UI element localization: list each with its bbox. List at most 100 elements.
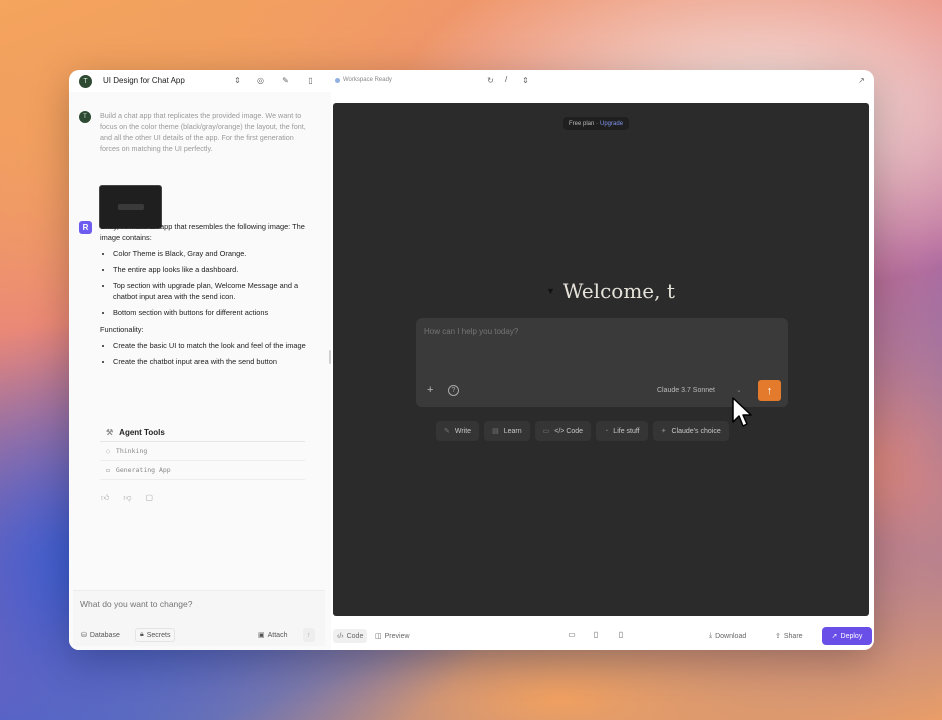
- list-item: The entire app looks like a dashboard.: [113, 264, 310, 275]
- deploy-button[interactable]: ➚ Deploy: [822, 627, 872, 645]
- deploy-label: Deploy: [840, 632, 863, 640]
- help-icon[interactable]: ?: [448, 385, 459, 396]
- feedback-row: 👍︎ 👎︎ ▢: [101, 493, 153, 503]
- globe-icon[interactable]: ◎: [255, 75, 266, 86]
- agent-tools-header[interactable]: ⚒ Agent Tools: [100, 423, 305, 442]
- lock-icon: 🔒︎: [140, 631, 144, 638]
- action-label: Life stuff: [613, 427, 640, 435]
- assistant-avatar: R: [79, 221, 92, 234]
- model-selector[interactable]: Claude 3.7 Sonnet: [657, 387, 715, 394]
- life-stuff-button[interactable]: ◔ Life stuff: [596, 421, 648, 441]
- chat-input-box: + ? Claude 3.7 Sonnet ⌄ ↑: [416, 318, 788, 407]
- tool-row-thinking[interactable]: ◌ Thinking: [100, 442, 305, 461]
- thumbs-down-icon[interactable]: 👎︎: [123, 493, 131, 503]
- claudes-choice-button[interactable]: ✦ Claude's choice: [652, 421, 729, 441]
- share-button[interactable]: ⇪ Share: [771, 629, 807, 643]
- send-button[interactable]: ↑: [758, 380, 781, 401]
- plan-badge: Free plan · Upgrade: [563, 117, 630, 130]
- list-item: Bottom section with buttons for differen…: [113, 307, 310, 318]
- code-button[interactable]: ▭ </> Code: [534, 421, 592, 441]
- send-change-button[interactable]: ↑: [303, 628, 315, 642]
- action-label: Claude's choice: [671, 427, 721, 435]
- code-icon: ‹/›: [337, 632, 344, 640]
- pencil-icon: ✎: [444, 428, 450, 435]
- plus-icon[interactable]: +: [427, 384, 433, 396]
- wrench-icon: ⚒: [106, 427, 114, 437]
- chevron-updown-icon[interactable]: ⇕: [232, 75, 243, 86]
- tab-code-label: Code: [346, 632, 364, 640]
- arrow-up-icon: ↑: [307, 631, 311, 639]
- project-avatar: T: [79, 75, 92, 88]
- plan-text: Free plan ·: [569, 120, 599, 127]
- external-link-icon[interactable]: ↗: [856, 75, 867, 86]
- change-request-input[interactable]: [80, 599, 310, 609]
- upgrade-link[interactable]: Upgrade: [600, 121, 623, 127]
- download-icon: ⤓: [709, 632, 713, 639]
- path-value: /: [505, 75, 508, 84]
- welcome-text: Welcome, t: [562, 279, 675, 303]
- action-buttons: ✎ Write ▤ Learn ▭ </> Code ◔ Life stuff …: [436, 421, 729, 441]
- arrow-up-icon: ↑: [766, 384, 773, 397]
- assistant-message: Okay, I'll make an app that resembles th…: [100, 221, 310, 373]
- chat-input[interactable]: [424, 327, 764, 336]
- database-button[interactable]: ⛁ Database: [77, 628, 124, 642]
- mouse-cursor-icon: [732, 397, 752, 427]
- list-item: Top section with upgrade plan, Welcome M…: [113, 280, 310, 302]
- rocket-icon: ➚: [831, 633, 838, 640]
- share-label: Share: [783, 632, 803, 640]
- database-icon: ⛁: [81, 632, 87, 639]
- agent-tools-panel: ⚒ Agent Tools ◌ Thinking ▭ Generating Ap…: [100, 423, 305, 480]
- chat-panel: T Build a chat app that replicates the p…: [69, 92, 331, 650]
- bottom-toolbar: ‹/› Code ◫ Preview ▭ ▯ ▯ ⤓ Download ⇪ Sh…: [333, 627, 873, 647]
- attach-button[interactable]: ▣ Attach: [254, 628, 291, 642]
- list-item: Color Theme is Black, Gray and Orange.: [113, 248, 310, 259]
- database-label: Database: [89, 631, 120, 639]
- tool-row-generating[interactable]: ▭ Generating App: [100, 461, 305, 480]
- sidebar-toggle-icon[interactable]: ▯: [305, 75, 316, 86]
- lightbulb-icon: ◌: [106, 447, 110, 455]
- tab-preview[interactable]: ◫ Preview: [371, 629, 414, 643]
- refresh-icon[interactable]: ↻: [485, 75, 496, 86]
- mobile-icon[interactable]: ▯: [616, 630, 626, 640]
- project-title[interactable]: UI Design for Chat App: [103, 76, 185, 85]
- image-icon: ▣: [258, 632, 265, 639]
- secrets-button[interactable]: 🔒︎ Secrets: [135, 628, 176, 642]
- write-button[interactable]: ✎ Write: [436, 421, 480, 441]
- status-dot-icon: [335, 77, 340, 83]
- list-item: Create the chatbot input area with the s…: [113, 356, 310, 367]
- agent-tools-title: Agent Tools: [119, 427, 165, 437]
- file-icon: ▭: [106, 466, 110, 474]
- tablet-icon[interactable]: ▯: [591, 630, 601, 640]
- action-label: Learn: [503, 427, 522, 435]
- list-item: Create the basic UI to match the look an…: [113, 340, 310, 351]
- functionality-list: Create the basic UI to match the look an…: [100, 340, 310, 367]
- learn-button[interactable]: ▤ Learn: [484, 421, 530, 441]
- coffee-icon: ◔: [604, 427, 609, 435]
- edit-icon[interactable]: ✎: [280, 75, 291, 86]
- comment-icon[interactable]: ▢: [146, 493, 154, 503]
- tool-label: Thinking: [115, 447, 148, 455]
- app-window: T UI Design for Chat App ⇕ ◎ ✎ ▯ Workspa…: [69, 70, 874, 650]
- welcome-heading: ▼ Welcome, t: [546, 279, 675, 303]
- action-label: Write: [454, 427, 472, 435]
- share-icon: ⇪: [775, 633, 781, 640]
- functionality-heading: Functionality:: [100, 325, 144, 334]
- tab-preview-label: Preview: [384, 632, 410, 640]
- chevron-updown-icon[interactable]: ⇕: [520, 75, 531, 86]
- app-preview: Free plan · Upgrade ▼ Welcome, t + ? Cla…: [333, 103, 869, 616]
- download-button[interactable]: ⤓ Download: [705, 629, 750, 643]
- resize-handle[interactable]: [329, 350, 331, 364]
- assistant-bullet-list: Color Theme is Black, Gray and Orange. T…: [100, 248, 310, 318]
- download-label: Download: [715, 632, 747, 640]
- path-input[interactable]: /: [505, 75, 507, 84]
- chevron-down-icon[interactable]: ⌄: [736, 386, 742, 394]
- secrets-label: Secrets: [146, 631, 171, 639]
- thumbs-up-icon[interactable]: 👍︎: [101, 493, 109, 503]
- user-avatar: T: [79, 111, 91, 123]
- book-icon: ▤: [492, 428, 499, 435]
- user-message: Build a chat app that replicates the pro…: [100, 111, 306, 153]
- code-icon: ▭: [542, 428, 550, 435]
- tab-code[interactable]: ‹/› Code: [333, 629, 368, 643]
- assistant-intro: Okay, I'll make an app that resembles th…: [100, 222, 305, 242]
- desktop-icon[interactable]: ▭: [567, 630, 577, 640]
